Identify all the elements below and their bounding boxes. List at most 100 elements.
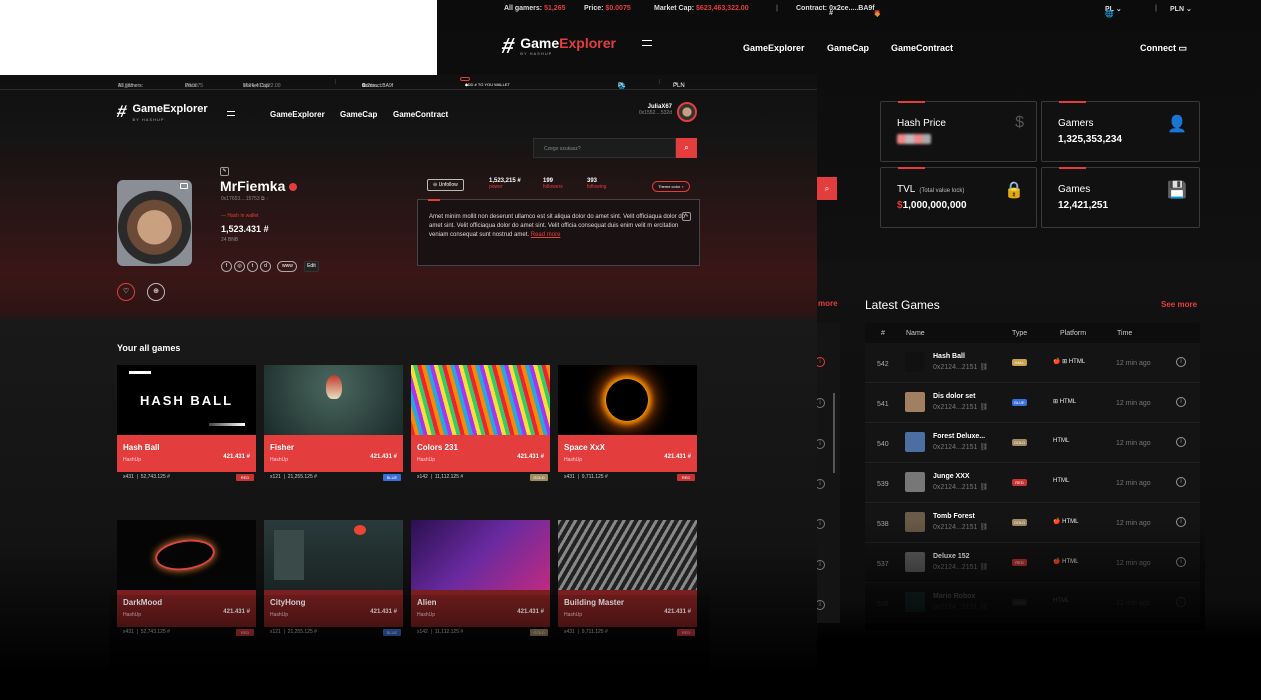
info-icon[interactable]: i — [1176, 437, 1186, 447]
see-more-link[interactable]: more — [818, 299, 838, 308]
game-name[interactable]: Forest Deluxe... — [933, 433, 985, 440]
menu-icon[interactable] — [642, 40, 652, 46]
address-text: 0x2124...2151 — [933, 444, 978, 451]
user-avatar[interactable] — [677, 102, 697, 122]
type-badge: RED — [1012, 479, 1027, 486]
game-name[interactable]: Hash Ball — [933, 353, 965, 360]
social-links: f ◎ t d www Edit — [221, 254, 321, 272]
share-button[interactable]: ⊕ — [147, 283, 165, 301]
table-row[interactable]: 539 Junge XXX 0x2124...2151 ⛓ RED HTML 12 min… — [865, 463, 1200, 503]
theme-color-button[interactable]: Theme color ● — [652, 181, 690, 192]
game-name[interactable]: Tomb Forest — [933, 513, 975, 520]
table-row[interactable]: 541 Dis dolor set 0x2124...2151 ⛓ BLUE ⊞ HTM… — [865, 383, 1200, 423]
connect-button[interactable]: Connect ▭ — [1140, 43, 1187, 54]
edit-socials-button[interactable]: Edit — [303, 261, 319, 272]
type-badge: BLUE — [383, 474, 401, 481]
scrollbar[interactable] — [833, 393, 835, 473]
edit-icon[interactable]: ✎ — [682, 212, 691, 221]
nav-gamecontract[interactable]: GameContract — [891, 43, 953, 53]
search-button[interactable]: ⌕ — [676, 138, 697, 158]
nav-gamecontract[interactable]: GameContract — [393, 110, 448, 119]
language-select[interactable]: 🌐 PL ⌄ — [1105, 5, 1122, 18]
wallet-label: — Hash in wallet — [221, 213, 259, 219]
search-input[interactable]: Czego szukasz? — [533, 138, 676, 158]
separator: | — [335, 79, 337, 85]
followers-stat[interactable]: 199 followers — [543, 178, 563, 190]
game-cover-image — [411, 520, 550, 590]
platform-icons: HTML — [1053, 478, 1070, 484]
game-thumbnail — [905, 432, 925, 452]
currency-select[interactable]: PLN ⌄ — [1170, 5, 1192, 13]
section-title: Your all games — [117, 343, 181, 353]
game-price: 421.431 # — [370, 454, 397, 460]
back-navbar: # GameExplorer BY HASHUP GameExplorer Gam… — [437, 18, 1261, 82]
label: All gamers: — [504, 5, 543, 12]
address-text[interactable]: 0x17653....15753 — [221, 196, 260, 202]
info-icon[interactable]: i — [1176, 477, 1186, 487]
col-name: Name — [906, 330, 925, 337]
following-stat[interactable]: 393 following — [587, 178, 606, 190]
user-menu[interactable]: JuliaX67 0x1552....532d — [628, 104, 672, 116]
game-card[interactable]: Colors 231 HashUp 421.431 # x142 | 11,112.1… — [411, 365, 550, 485]
price-value: $0.0075 — [605, 5, 631, 12]
search-button[interactable]: ⌕ — [817, 177, 837, 200]
fade-overlay — [865, 520, 1205, 630]
fox-icon[interactable]: ◆ — [875, 10, 880, 18]
game-name[interactable]: Junge XXX — [933, 473, 970, 480]
address-text: 0x2124...2151 — [933, 404, 978, 411]
link-icon[interactable]: ⛓ — [979, 404, 988, 411]
nav-gameexplorer[interactable]: GameExplorer — [743, 43, 805, 53]
instagram-icon[interactable]: ◎ — [234, 261, 245, 272]
add-to-wallet-label: ADD # TO YOU WALLET — [465, 82, 510, 87]
col-number: # — [881, 330, 885, 337]
bio-box: Amet minim mollit non deserunt ullamco e… — [417, 199, 700, 266]
hash-icon: # — [604, 474, 608, 480]
logo[interactable]: # GameExplorer BY HASHUP — [499, 33, 616, 59]
table-header: # Name Type Platform Time — [865, 323, 1200, 343]
nav-gamecap[interactable]: GameCap — [827, 43, 869, 53]
language-select[interactable]: 🌐 PL ⌄ — [618, 79, 625, 90]
contract-address[interactable]: 0x2ce.....BA9f — [829, 5, 875, 12]
nav-gameexplorer[interactable]: GameExplorer — [270, 110, 325, 119]
table-row[interactable]: 542 Hash Ball 0x2124...2151 ⛓ HALL 🍎 ⊞ HTML 1… — [865, 343, 1200, 383]
price-value: 421.431 — [664, 454, 686, 460]
table-row[interactable]: 540 Forest Deluxe... 0x2124...2151 ⛓ GOLD HT… — [865, 423, 1200, 463]
favorite-button[interactable]: ♡ — [117, 283, 135, 301]
unfollow-button[interactable]: ⊖ Unfollow — [427, 179, 464, 191]
currency-select[interactable]: PLN ⌄ — [673, 79, 685, 89]
stat-hash-price: Hash Price $ — [880, 101, 1037, 162]
hash-icon: # — [540, 454, 544, 460]
logo[interactable]: # GameExplorer BY HASHUP — [115, 102, 208, 122]
add-to-wallet-button[interactable]: ◆ ADD # TO YOU WALLET — [460, 77, 510, 87]
tvl-label: TVL — [897, 184, 916, 195]
wallet-icon: ▭ — [1178, 43, 1188, 53]
followers-label: followers — [543, 184, 563, 190]
facebook-icon[interactable]: f — [221, 261, 232, 272]
search-icon: ⌕ — [824, 184, 830, 193]
discord-icon[interactable]: d — [260, 261, 271, 272]
copy-icon[interactable]: ⧉ — [261, 196, 265, 202]
game-name[interactable]: Dis dolor set — [933, 393, 975, 400]
info-icon[interactable]: i — [1176, 357, 1186, 367]
website-link[interactable]: www — [277, 261, 298, 272]
see-more-link[interactable]: See more — [1161, 300, 1197, 309]
info-icon[interactable]: i — [1176, 397, 1186, 407]
stat-label: Hash Price — [897, 118, 946, 129]
twitter-icon[interactable]: t — [247, 261, 258, 272]
game-stats: x121 | 21,255.125 # — [270, 474, 317, 480]
label: Price: — [584, 5, 604, 12]
game-card[interactable]: HASH BALL Hash Ball HashUp 421.431 # x431 | … — [117, 365, 256, 485]
menu-icon[interactable] — [227, 111, 235, 116]
game-card[interactable]: Fisher HashUp 421.431 # x121 | 21,255.125 #… — [264, 365, 403, 485]
game-card[interactable]: Space XxX HashUp 421.431 # x431 | 9,711.125… — [558, 365, 697, 485]
stat-label: TVL (Total value lock) — [897, 184, 964, 195]
logo-text: GameExplorer — [520, 36, 616, 50]
link-icon[interactable]: ⛓ — [979, 484, 988, 491]
link-icon[interactable]: ⛓ — [979, 364, 988, 371]
link-icon[interactable]: ⛓ — [979, 444, 988, 451]
edit-icon[interactable]: ✎ — [220, 167, 229, 176]
read-more-link[interactable]: Read more — [531, 232, 561, 238]
nav-gamecap[interactable]: GameCap — [340, 110, 377, 119]
type-badge: GOLD — [1012, 439, 1027, 446]
camera-icon[interactable] — [180, 183, 188, 189]
